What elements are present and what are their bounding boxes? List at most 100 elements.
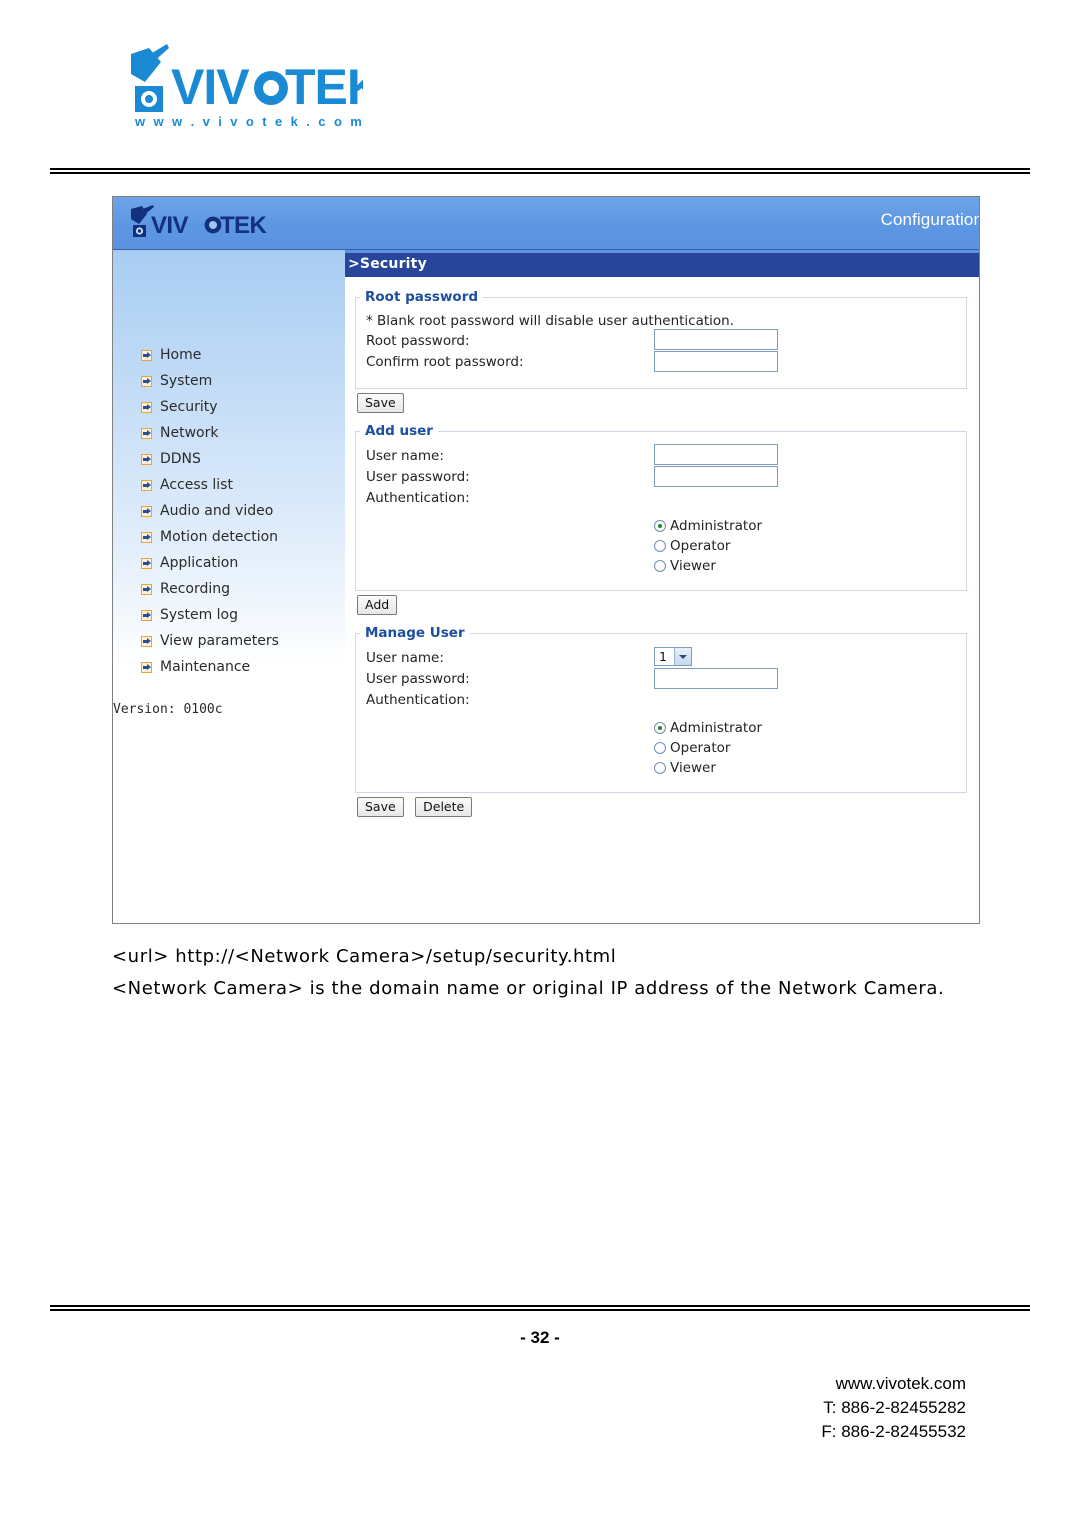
manage-user-authentication-row: Authentication:: [366, 691, 956, 712]
caption-note-line: <Network Camera> is the domain name or o…: [112, 978, 945, 999]
svg-text:TEK: TEK: [220, 212, 267, 239]
svg-text:w w w . v i v o t e k . c o m: w w w . v i v o t e k . c o m: [134, 114, 363, 129]
footer-fax: F: 886-2-82455532: [821, 1422, 966, 1441]
arrow-bullet-icon: [141, 427, 152, 439]
manage-user-legend: Manage User: [365, 625, 465, 641]
arrow-bullet-icon: [141, 635, 152, 647]
manage-user-name-label: User name:: [366, 650, 444, 666]
sidebar-item-label: System log: [160, 607, 238, 623]
root-password-note: * Blank root password will disable user …: [366, 313, 735, 329]
manage-user-option-viewer[interactable]: Viewer: [654, 758, 956, 778]
sidebar-item-label: Home: [160, 347, 202, 363]
root-password-legend: Root password: [365, 289, 479, 305]
add-user-authentication-label: Authentication:: [366, 490, 470, 506]
app-header-bar: VIV TEK Configuration: [113, 197, 979, 250]
arrow-bullet-icon: [141, 349, 152, 361]
radio-unselected-icon: [654, 540, 666, 552]
footer-phone: T: 886-2-82455282: [823, 1398, 966, 1417]
manage-user-password-row: User password:: [366, 668, 956, 691]
content-area: >Security Root password * Blank root pas…: [345, 250, 979, 923]
sidebar-item-ddns[interactable]: DDNS: [141, 446, 341, 472]
add-user-option-administrator[interactable]: Administrator: [654, 516, 956, 536]
sidebar-item-label: Network: [160, 425, 219, 441]
manage-user-button-row: Save Delete: [357, 797, 967, 817]
radio-selected-icon: [654, 520, 666, 532]
sidebar-item-label: Application: [160, 555, 239, 571]
arrow-bullet-icon: [141, 583, 152, 595]
manage-user-password-input[interactable]: [654, 668, 778, 689]
manage-user-save-button[interactable]: Save: [357, 797, 404, 817]
manage-user-authentication-label: Authentication:: [366, 692, 470, 708]
sidebar-item-label: Maintenance: [160, 659, 251, 675]
arrow-bullet-icon: [141, 505, 152, 517]
manage-user-name-select[interactable]: 1: [654, 647, 692, 666]
sidebar-item-label: Recording: [160, 581, 231, 597]
sidebar-item-motion-detection[interactable]: Motion detection: [141, 524, 341, 550]
option-label: Operator: [670, 740, 731, 756]
header-divider: [50, 168, 1030, 174]
arrow-bullet-icon: [141, 401, 152, 413]
caption-url-line: <url> http://<Network Camera>/setup/secu…: [112, 946, 617, 967]
sidebar-item-application[interactable]: Application: [141, 550, 341, 576]
radio-unselected-icon: [654, 742, 666, 754]
sidebar-item-recording[interactable]: Recording: [141, 576, 341, 602]
add-user-password-input[interactable]: [654, 466, 778, 487]
option-label: Administrator: [670, 720, 763, 736]
arrow-bullet-icon: [141, 375, 152, 387]
add-user-name-input[interactable]: [654, 444, 778, 465]
sidebar-item-access-list[interactable]: Access list: [141, 472, 341, 498]
add-user-authentication-options: Administrator Operator Viewer: [654, 516, 956, 576]
sidebar-item-network[interactable]: Network: [141, 420, 341, 446]
sidebar-item-audio-and-video[interactable]: Audio and video: [141, 498, 341, 524]
add-user-option-viewer[interactable]: Viewer: [654, 556, 956, 576]
sidebar-item-home[interactable]: Home: [141, 342, 341, 368]
add-user-add-button[interactable]: Add: [357, 595, 398, 615]
root-password-input[interactable]: [654, 329, 778, 350]
configuration-label: Configuration: [880, 210, 980, 229]
sidebar-item-label: Security: [160, 399, 218, 415]
radio-selected-icon: [654, 722, 666, 734]
sidebar-item-maintenance[interactable]: Maintenance: [141, 654, 341, 680]
arrow-bullet-icon: [141, 557, 152, 569]
manage-user-option-operator[interactable]: Operator: [654, 738, 956, 758]
svg-text:VIV: VIV: [171, 59, 250, 115]
root-password-panel: Root password * Blank root password will…: [355, 289, 967, 389]
sidebar-item-label: System: [160, 373, 213, 389]
sidebar-item-label: Access list: [160, 477, 233, 493]
page-number: - 32 -: [520, 1328, 560, 1347]
manage-user-authentication-options: Administrator Operator Viewer: [654, 718, 956, 778]
confirm-root-password-label: Confirm root password:: [366, 354, 524, 370]
manage-user-password-label: User password:: [366, 671, 470, 687]
root-password-save-button[interactable]: Save: [357, 393, 404, 413]
arrow-bullet-icon: [141, 479, 152, 491]
sidebar-item-label: Motion detection: [160, 529, 279, 545]
arrow-bullet-icon: [141, 609, 152, 621]
add-user-password-row: User password:: [366, 466, 956, 489]
chevron-down-icon[interactable]: [674, 648, 691, 665]
manage-user-name-row: User name: 1: [366, 647, 956, 670]
manage-user-delete-button[interactable]: Delete: [415, 797, 473, 817]
arrow-bullet-icon: [141, 453, 152, 465]
footer-website: www.vivotek.com: [835, 1374, 966, 1393]
sidebar-item-view-parameters[interactable]: View parameters: [141, 628, 341, 654]
add-user-password-label: User password:: [366, 469, 470, 485]
manage-user-name-selected-value: 1: [659, 649, 667, 664]
option-label: Viewer: [670, 558, 716, 574]
sidebar-item-security[interactable]: Security: [141, 394, 341, 420]
sidebar-item-label: DDNS: [160, 451, 201, 467]
footer-divider: [50, 1305, 1030, 1311]
confirm-root-password-row: Confirm root password:: [366, 351, 956, 374]
manage-user-option-administrator[interactable]: Administrator: [654, 718, 956, 738]
page-title: >Security: [348, 256, 427, 272]
sidebar-nav-list: Home System Security Network DDNS Access…: [141, 342, 341, 680]
option-label: Viewer: [670, 760, 716, 776]
embedded-browser-screenshot: VIV TEK Configuration Home System Securi…: [112, 196, 980, 924]
sidebar-item-system-log[interactable]: System log: [141, 602, 341, 628]
radio-unselected-icon: [654, 560, 666, 572]
sidebar-item-system[interactable]: System: [141, 368, 341, 394]
add-user-name-row: User name:: [366, 444, 956, 468]
add-user-option-operator[interactable]: Operator: [654, 536, 956, 556]
settings-sections: Root password * Blank root password will…: [345, 277, 979, 817]
confirm-root-password-input[interactable]: [654, 351, 778, 372]
arrow-bullet-icon: [141, 531, 152, 543]
